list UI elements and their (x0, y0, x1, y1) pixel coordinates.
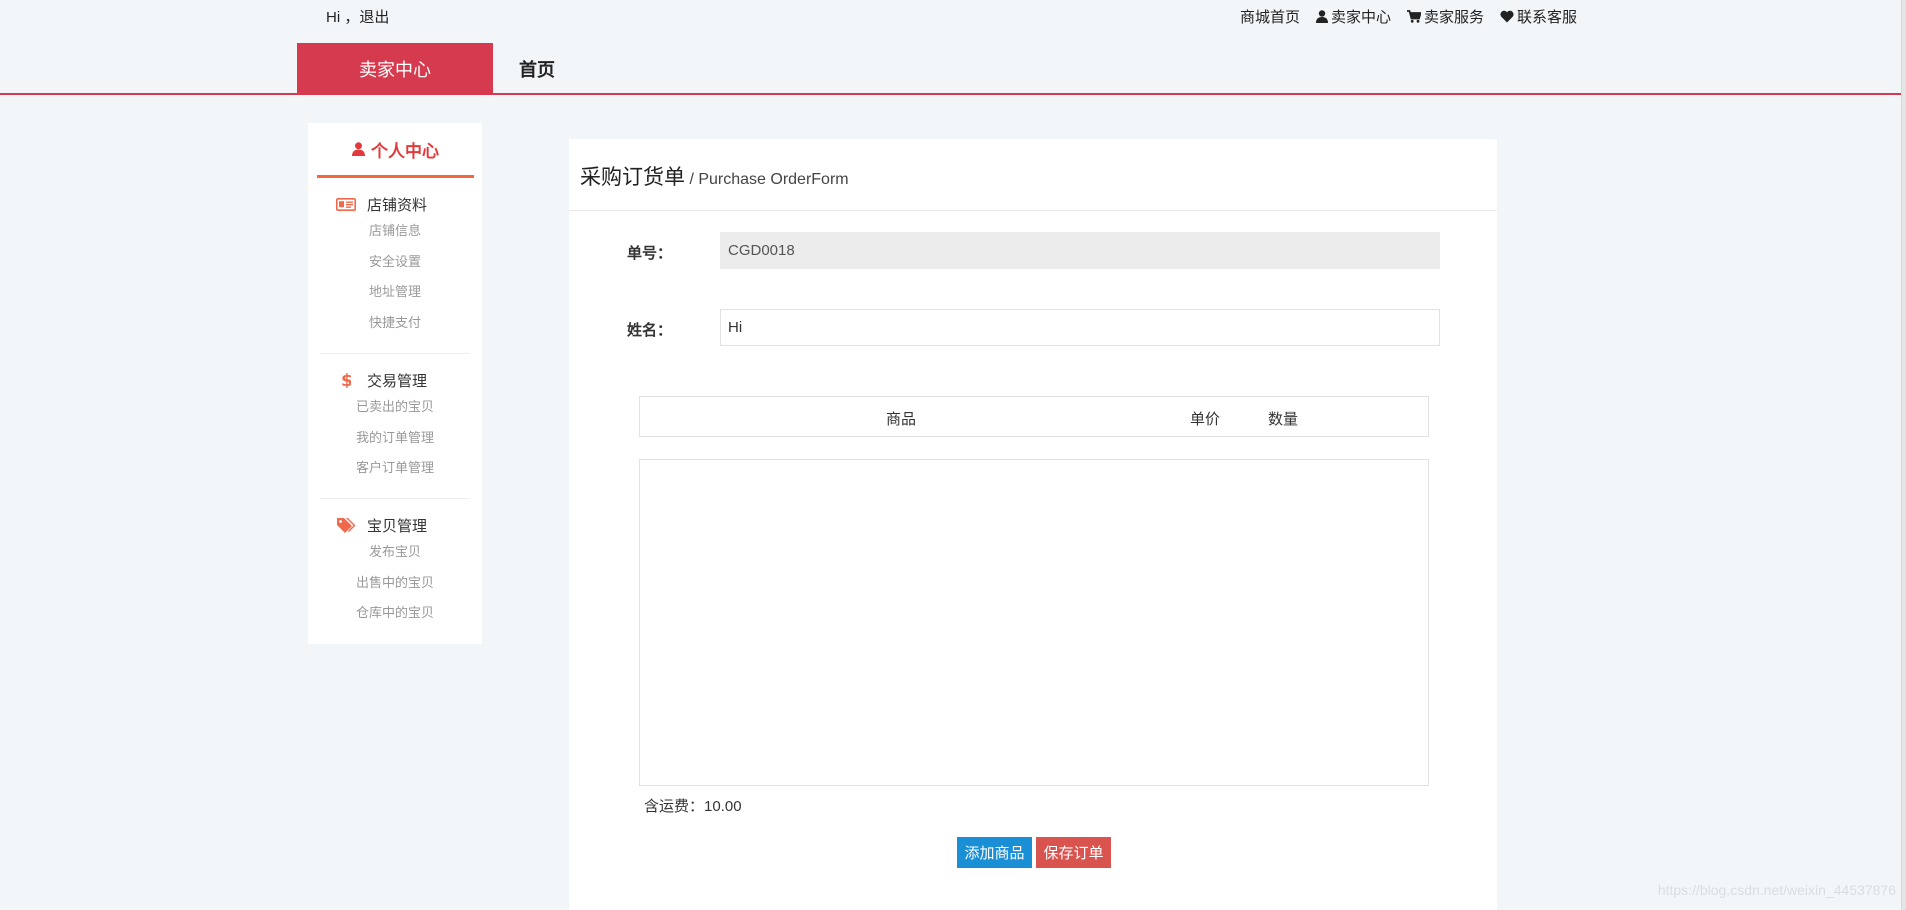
column-quantity: 数量 (1268, 411, 1299, 428)
seller-center-label: 卖家中心 (1330, 9, 1391, 26)
page-subtitle: / Purchase OrderForm (685, 171, 849, 188)
dollar-icon: $ (335, 372, 357, 388)
id-card-icon (335, 197, 357, 211)
order-no-field[interactable] (720, 232, 1440, 269)
contact-service-link[interactable]: 联系客服 (1500, 6, 1577, 27)
purchase-order-panel: 采购订货单 / Purchase OrderForm 单号： 姓名： 商品 单价… (569, 139, 1497, 910)
sidebar-group-store: 店铺资料 店铺信息 安全设置 地址管理 快捷支付 (308, 192, 482, 338)
greeting-text: Hi ， (326, 9, 360, 26)
sidebar-group-title[interactable]: $ 交易管理 (308, 368, 482, 392)
panel-header: 采购订货单 / Purchase OrderForm (569, 139, 1497, 211)
nav-home[interactable]: 首页 (519, 43, 555, 94)
sidebar-item-publish[interactable]: 发布宝贝 (308, 537, 482, 568)
logout-link[interactable]: 退出 (359, 9, 389, 26)
nav-seller-center[interactable]: 卖家中心 (297, 43, 493, 94)
divider (320, 498, 470, 499)
mall-home-label: 商城首页 (1239, 9, 1300, 26)
sidebar-item-address[interactable]: 地址管理 (308, 277, 482, 308)
page-title: 采购订货单 / Purchase OrderForm (580, 161, 849, 191)
sidebar-group-label: 交易管理 (367, 372, 428, 390)
page-title-text: 采购订货单 (580, 166, 685, 189)
sidebar-group-title[interactable]: 店铺资料 (308, 192, 482, 216)
user-icon (352, 142, 365, 156)
sidebar-header[interactable]: 个人中心 (317, 123, 474, 178)
greeting: Hi ，退出 (326, 6, 389, 27)
column-goods: 商品 (886, 411, 917, 428)
name-label: 姓名： (627, 322, 673, 339)
sidebar-group-label: 宝贝管理 (367, 517, 428, 535)
watermark: https://blog.csdn.net/weixin_44537876 (1657, 882, 1896, 898)
column-unit-price: 单价 (1190, 411, 1221, 428)
tags-icon (335, 517, 357, 533)
goods-table-header: 商品 单价 数量 (639, 396, 1429, 437)
seller-service-label: 卖家服务 (1423, 9, 1484, 26)
sidebar-title: 个人中心 (371, 141, 439, 161)
sidebar-item-my-orders[interactable]: 我的订单管理 (308, 423, 482, 454)
name-field[interactable] (720, 309, 1440, 346)
add-goods-button[interactable]: 添加商品 (957, 837, 1032, 868)
user-icon (1315, 10, 1328, 23)
contact-service-label: 联系客服 (1516, 9, 1577, 26)
sidebar-item-sold[interactable]: 已卖出的宝贝 (308, 392, 482, 423)
sidebar: 个人中心 店铺资料 店铺信息 安全设置 地址管理 快捷支付 $ 交易管理 已卖出… (308, 123, 482, 644)
goods-table-body (639, 459, 1429, 786)
sidebar-group-label: 店铺资料 (367, 196, 428, 214)
top-links: 商城首页 卖家中心 卖家服务 联系客服 (1240, 6, 1577, 27)
sidebar-item-quick-pay[interactable]: 快捷支付 (308, 308, 482, 339)
sidebar-group-goods: 宝贝管理 发布宝贝 出售中的宝贝 仓库中的宝贝 (308, 513, 482, 629)
cart-icon (1406, 10, 1421, 23)
sidebar-group-trade: $ 交易管理 已卖出的宝贝 我的订单管理 客户订单管理 (308, 368, 482, 484)
sidebar-item-store-info[interactable]: 店铺信息 (308, 216, 482, 247)
sidebar-item-on-sale[interactable]: 出售中的宝贝 (308, 568, 482, 599)
name-row: 姓名： (569, 309, 1497, 346)
save-order-button[interactable]: 保存订单 (1036, 837, 1111, 868)
seller-center-link[interactable]: 卖家中心 (1315, 6, 1391, 27)
shipping-fee: 含运费：10.00 (644, 798, 742, 815)
header-nav: 卖家中心 首页 (0, 43, 1906, 95)
svg-text:$: $ (341, 372, 351, 388)
sidebar-item-security[interactable]: 安全设置 (308, 247, 482, 278)
divider (320, 353, 470, 354)
vertical-scrollbar[interactable] (1902, 0, 1906, 910)
seller-service-link[interactable]: 卖家服务 (1406, 6, 1484, 27)
sidebar-group-title[interactable]: 宝贝管理 (308, 513, 482, 537)
sidebar-item-warehouse[interactable]: 仓库中的宝贝 (308, 598, 482, 629)
order-no-label: 单号： (627, 245, 673, 262)
top-bar: Hi ，退出 商城首页 卖家中心 卖家服务 联系客服 (0, 0, 1906, 30)
mall-home-link[interactable]: 商城首页 (1240, 6, 1300, 27)
order-no-row: 单号： (569, 232, 1497, 269)
sidebar-item-customer-orders[interactable]: 客户订单管理 (308, 453, 482, 484)
heart-icon (1500, 10, 1514, 23)
